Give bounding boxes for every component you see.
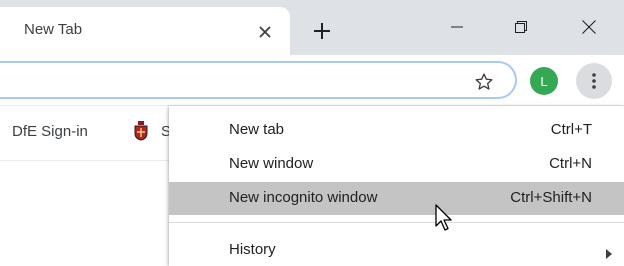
menu-item-new-incognito-window[interactable]: New incognito window Ctrl+Shift+N <box>169 182 624 215</box>
restore-button[interactable] <box>498 10 544 44</box>
address-bar[interactable] <box>0 61 517 99</box>
menu-item-history[interactable]: History <box>169 234 624 266</box>
plus-icon <box>314 23 330 39</box>
tab-strip: New Tab <box>0 0 624 55</box>
window-close-button[interactable] <box>566 10 612 44</box>
bookmark-dfe-sign-in[interactable]: DfE Sign-in <box>12 123 88 140</box>
menu-item-label: New window <box>229 155 314 172</box>
menu-item-shortcut: Ctrl+N <box>549 155 592 172</box>
menu-item-shortcut: Ctrl+Shift+N <box>510 189 592 206</box>
restore-icon <box>515 21 527 33</box>
menu-item-new-tab[interactable]: New tab Ctrl+T <box>169 114 624 146</box>
close-icon <box>582 20 596 34</box>
close-icon <box>259 26 271 38</box>
menu-separator <box>169 222 624 223</box>
mouse-cursor-icon <box>435 204 452 231</box>
toolbar: L <box>0 55 624 105</box>
menu-item-new-window[interactable]: New window Ctrl+N <box>169 148 624 180</box>
tab-title: New Tab <box>24 21 83 38</box>
tab-close-icon[interactable] <box>252 19 278 45</box>
star-icon <box>475 73 493 90</box>
submenu-arrow-icon <box>605 246 613 259</box>
menu-item-label: New tab <box>229 121 285 138</box>
new-tab-button[interactable] <box>306 15 338 47</box>
crest-icon[interactable] <box>133 121 149 141</box>
bookmark-star-button[interactable] <box>471 69 497 95</box>
chrome-app-menu: New tab Ctrl+T New window Ctrl+N New inc… <box>169 106 624 266</box>
kebab-icon <box>592 73 596 89</box>
menu-item-shortcut: Ctrl+T <box>550 121 592 138</box>
profile-avatar[interactable]: L <box>530 67 558 95</box>
menu-item-label: New incognito window <box>229 189 378 206</box>
chrome-menu-button[interactable] <box>576 63 612 99</box>
minimize-button[interactable] <box>434 10 480 44</box>
minimize-icon <box>451 26 463 28</box>
menu-item-label: History <box>229 241 276 258</box>
tab-new-tab[interactable]: New Tab <box>0 7 290 55</box>
